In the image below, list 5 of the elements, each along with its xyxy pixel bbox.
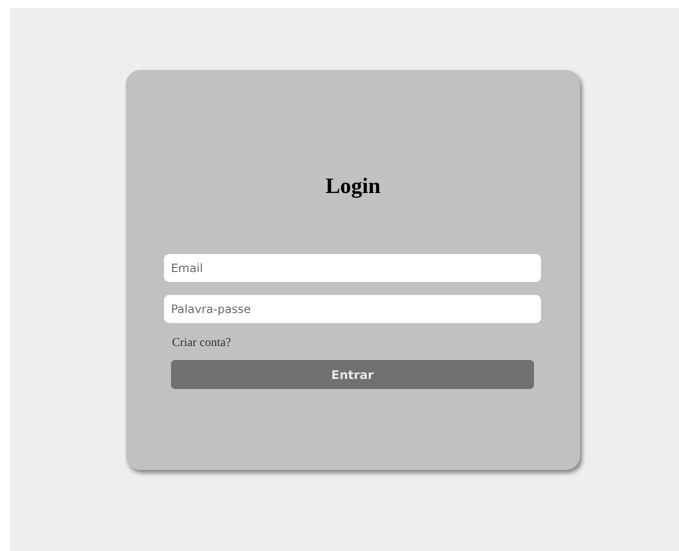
- create-account-link[interactable]: Criar conta?: [172, 335, 231, 349]
- login-button[interactable]: Entrar: [171, 360, 534, 389]
- login-title: Login: [325, 173, 381, 199]
- password-field[interactable]: Palavra-passe: [164, 295, 541, 323]
- email-field[interactable]: Email: [164, 254, 541, 282]
